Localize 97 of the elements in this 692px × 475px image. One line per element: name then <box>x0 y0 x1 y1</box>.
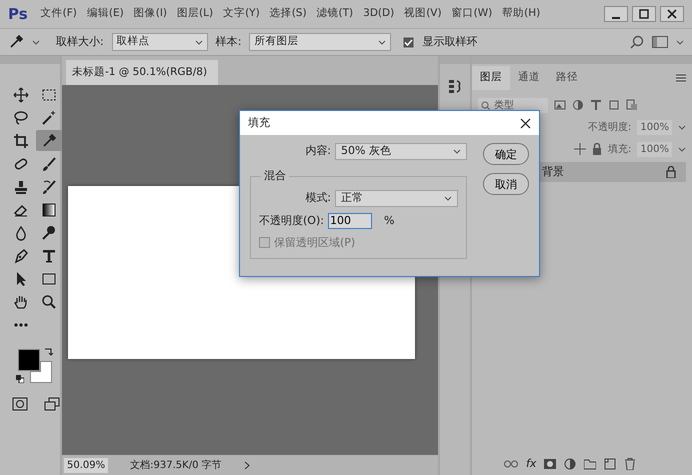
zoom-field[interactable]: 50.09% <box>64 458 108 472</box>
fill-label: 填充: <box>608 142 632 156</box>
fx-button[interactable]: fx <box>526 456 536 472</box>
app-logo: Ps <box>7 4 29 25</box>
content-select[interactable]: 50% 灰色 <box>335 143 467 160</box>
mode-select[interactable]: 正常 <box>335 190 458 207</box>
shape-filter-icon[interactable] <box>608 99 620 111</box>
eyedropper-icon <box>41 132 57 148</box>
pen-icon <box>13 248 29 264</box>
search-icon <box>481 100 490 110</box>
show-ring-label: 显示取样环 <box>422 34 478 50</box>
ok-button[interactable]: 确定 <box>483 143 529 165</box>
menu-item[interactable]: 文字(Y) <box>218 6 265 22</box>
menu-item[interactable]: 文件(F) <box>36 6 82 22</box>
sample-size-label: 取样大小: <box>56 34 104 50</box>
sample-select[interactable]: 所有图层 <box>249 33 392 51</box>
crop-icon <box>13 132 29 148</box>
eyedropper-tool[interactable] <box>36 130 62 151</box>
opacity-input[interactable]: 100 <box>328 213 372 230</box>
image-filter-icon[interactable] <box>554 99 566 111</box>
percent-unit: % <box>384 213 394 229</box>
close-icon[interactable] <box>520 118 531 128</box>
caret-icon <box>378 38 386 46</box>
workspace-icon[interactable] <box>652 36 668 48</box>
opacity-field[interactable]: 100% <box>637 120 672 134</box>
more-icon <box>14 322 28 326</box>
default-colors-icon[interactable] <box>16 375 24 383</box>
menu-icon[interactable] <box>676 74 686 82</box>
lock-icon[interactable] <box>592 143 602 155</box>
background-swatch[interactable] <box>30 361 52 383</box>
foreground-swatch[interactable] <box>18 349 40 371</box>
swap-icon[interactable] <box>44 347 53 356</box>
content-label: 内容: <box>305 143 331 160</box>
dodge-icon <box>41 224 57 240</box>
menu-item[interactable]: 窗口(W) <box>446 6 498 22</box>
quick-mask-icon[interactable] <box>12 397 28 411</box>
menu-item[interactable]: 编辑(E) <box>82 6 129 22</box>
menu-item[interactable]: 帮助(H) <box>497 6 546 22</box>
stamp-icon <box>13 178 29 194</box>
history-icon <box>41 178 57 194</box>
screen-mode-icon[interactable] <box>44 397 60 411</box>
marquee-icon <box>41 86 57 102</box>
menu-item[interactable]: 图像(I) <box>128 6 172 22</box>
minimize-button[interactable] <box>604 6 628 22</box>
opacity-label: 不透明度(O): <box>259 213 324 229</box>
hand-icon <box>13 294 29 310</box>
chevron-right-icon[interactable] <box>244 460 250 470</box>
gradient-icon <box>41 202 57 218</box>
caret-icon <box>678 146 686 152</box>
move-icon <box>13 86 29 102</box>
cancel-button[interactable]: 取消 <box>483 173 529 195</box>
mode-label: 模式: <box>305 190 331 206</box>
zoom-icon <box>41 294 57 310</box>
menu-item[interactable]: 3D(D) <box>358 6 400 22</box>
caret-icon <box>453 148 461 155</box>
folder-icon[interactable] <box>584 458 596 470</box>
fill-field[interactable]: 100% <box>637 142 672 156</box>
smart-object-filter-icon[interactable] <box>626 99 638 111</box>
panel-tab[interactable]: 图层 <box>472 66 510 90</box>
caret-icon <box>194 38 203 46</box>
document-tab[interactable]: 未标题-1 @ 50.1%(RGB/8) <box>66 60 218 85</box>
type-icon <box>41 248 57 264</box>
drop-icon <box>13 224 29 240</box>
minimize-icon <box>612 17 620 19</box>
eyedropper-icon[interactable] <box>8 34 24 50</box>
opacity-label: 不透明度: <box>588 120 632 134</box>
panel-tab[interactable]: 路径 <box>548 66 586 90</box>
checkbox[interactable] <box>403 36 414 48</box>
panel-tab[interactable]: 通道 <box>510 66 548 90</box>
sample-label: 样本: <box>216 34 242 50</box>
search-icon[interactable] <box>630 35 644 49</box>
caret-icon <box>32 38 40 46</box>
new-layer-icon[interactable] <box>604 458 616 470</box>
adjustment-icon[interactable] <box>564 458 576 470</box>
preserve-label: 保留透明区域(P) <box>274 234 356 250</box>
menu-item[interactable]: 图层(L) <box>172 6 218 22</box>
caret-icon <box>678 124 686 130</box>
menu-item[interactable]: 视图(V) <box>399 6 447 22</box>
trash-icon[interactable] <box>624 458 636 470</box>
link-icon[interactable] <box>504 460 518 468</box>
sample-size-select[interactable]: 取样点 <box>112 33 208 51</box>
maximize-button[interactable] <box>632 6 656 22</box>
adjustment-filter-icon[interactable] <box>572 99 584 111</box>
document-info: 文档:937.5K/0 字节 <box>130 458 222 472</box>
mask-icon[interactable] <box>544 458 556 470</box>
brush-icon <box>41 156 57 172</box>
close-button[interactable] <box>660 6 684 22</box>
dialog-title: 填充 <box>248 114 270 131</box>
menu-item[interactable]: 选择(S) <box>264 6 312 22</box>
menu-item[interactable]: 滤镜(T) <box>312 6 358 22</box>
lasso-icon <box>13 110 29 126</box>
history-panel-icon[interactable] <box>448 78 462 94</box>
rect-icon <box>41 270 57 286</box>
type-filter-icon[interactable] <box>590 99 602 111</box>
caret-icon <box>676 38 684 46</box>
wand-icon <box>41 110 57 126</box>
caret-icon <box>444 195 452 202</box>
